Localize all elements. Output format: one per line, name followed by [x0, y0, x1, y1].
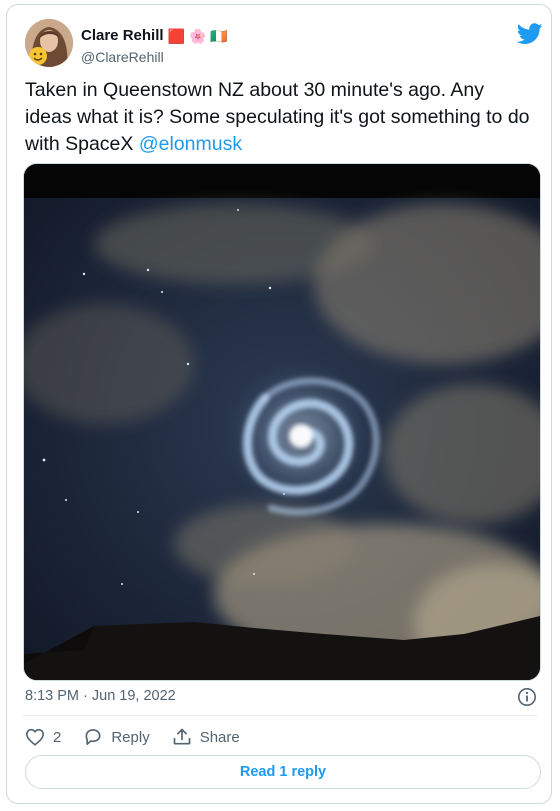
- divider: [23, 715, 537, 716]
- tweet-timestamp[interactable]: 8:13 PM · Jun 19, 2022: [25, 688, 176, 704]
- reply-icon: [85, 729, 101, 745]
- like-count: 2: [53, 728, 62, 746]
- tweet-photo[interactable]: [23, 163, 541, 681]
- tweet-body: Taken in Queenstown NZ about 30 minute's…: [25, 79, 530, 155]
- share-label: Share: [199, 728, 240, 746]
- read-replies-button[interactable]: Read 1 reply: [25, 755, 541, 789]
- reply-label: Reply: [111, 728, 150, 746]
- mention-link[interactable]: @elonmusk: [139, 133, 242, 155]
- avatar[interactable]: [25, 19, 73, 67]
- tweet-actions: 2 Reply Share: [25, 727, 262, 747]
- reply-button[interactable]: Reply: [83, 727, 150, 747]
- tweet-text: Taken in Queenstown NZ about 30 minute's…: [25, 77, 535, 158]
- emoji-flag-ireland: 🇮🇪: [210, 27, 228, 44]
- twitter-bird-icon[interactable]: [516, 23, 543, 50]
- emoji-blossom: 🌸: [188, 27, 207, 44]
- info-icon[interactable]: [517, 687, 537, 712]
- share-icon: [173, 728, 191, 745]
- heart-icon: [25, 728, 45, 746]
- night-sky-spiral-image: [24, 164, 540, 680]
- tweet-card: Clare Rehill 🟥 🌸 🇮🇪 @ClareRehill Taken i…: [6, 4, 552, 804]
- emoji-red-square: 🟥: [167, 27, 185, 44]
- avatar-image: [25, 19, 73, 67]
- share-button[interactable]: Share: [172, 727, 240, 747]
- author-handle[interactable]: @ClareRehill: [81, 49, 164, 65]
- author-display-name[interactable]: Clare Rehill: [81, 27, 164, 44]
- author-name-row[interactable]: Clare Rehill 🟥 🌸 🇮🇪: [81, 27, 228, 44]
- like-button[interactable]: 2: [25, 728, 61, 746]
